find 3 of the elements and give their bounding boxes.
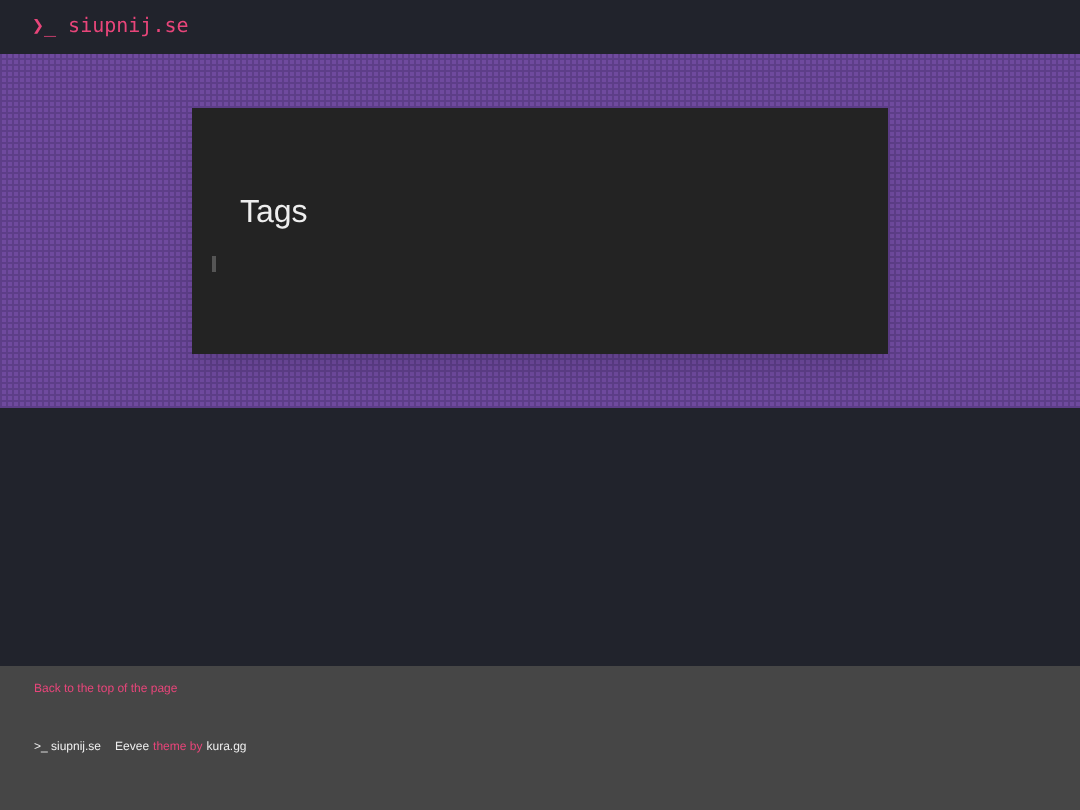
text-cursor [212,256,216,272]
page-title: Tags [240,194,308,234]
site-logo-link[interactable]: ❯_ siupnij.se [32,12,189,42]
